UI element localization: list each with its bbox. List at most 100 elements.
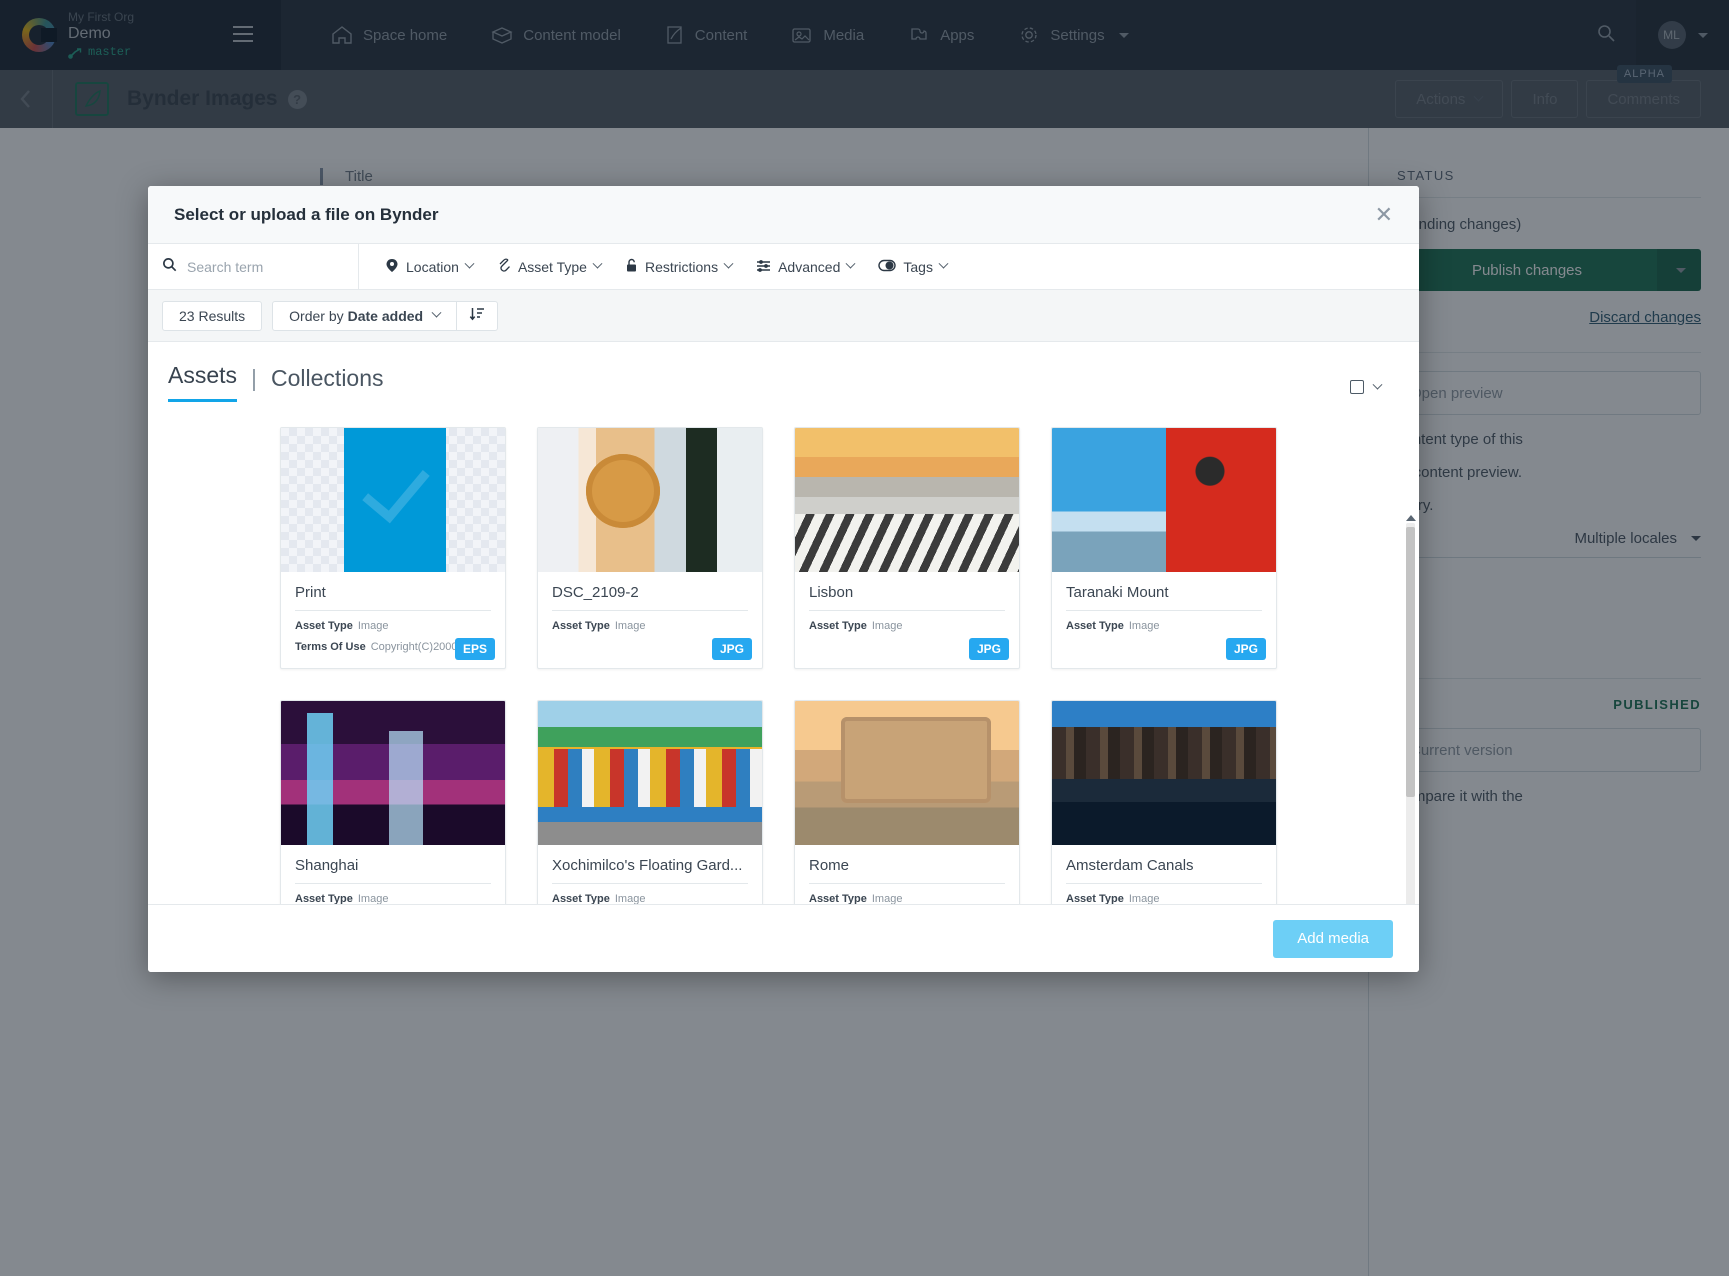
filter-asset-type[interactable]: Asset Type <box>485 258 613 276</box>
results-count: 23 Results <box>162 300 263 331</box>
asset-card[interactable]: Print Asset Type Image Terms Of Use Copyri… <box>280 427 506 669</box>
filter-location[interactable]: Location <box>373 258 485 276</box>
location-icon <box>385 258 399 276</box>
asset-card[interactable]: Taranaki Mount Asset Type Image JPG <box>1051 427 1277 669</box>
asset-type-label: Asset Type <box>1066 893 1124 904</box>
format-badge: EPS <box>454 638 495 660</box>
asset-type-value: Image <box>871 620 903 632</box>
order-by-prefix: Order by <box>289 307 344 324</box>
asset-card[interactable]: DSC_2109-2 Asset Type Image JPG <box>537 427 763 669</box>
asset-card[interactable]: Shanghai Asset TypeImage Terms Of Use© P… <box>280 700 506 904</box>
order-by-group: Order by Date added <box>272 300 499 331</box>
checkbox-icon[interactable] <box>1350 380 1364 394</box>
asset-card-body: Lisbon Asset Type Image JPG <box>795 572 1019 668</box>
asset-thumbnail <box>281 701 505 845</box>
filter-tags[interactable]: Tags <box>866 259 959 275</box>
asset-type-label: Asset Type <box>1066 620 1124 632</box>
asset-type-value: Image <box>614 893 646 904</box>
select-all-control[interactable] <box>1350 379 1383 394</box>
asset-title: Amsterdam Canals <box>1066 857 1262 884</box>
asset-card-body: Print Asset Type Image Terms Of Use Copyri… <box>281 572 505 668</box>
asset-card[interactable]: Amsterdam Canals Asset TypeImage JPG <box>1051 700 1277 904</box>
chevron-down-icon <box>431 307 442 318</box>
asset-thumbnail <box>795 428 1019 572</box>
asset-type-row: Asset Type Image <box>809 893 1005 904</box>
modal-title: Select or upload a file on Bynder <box>174 204 439 224</box>
chevron-down-icon[interactable] <box>1372 379 1383 390</box>
asset-type-row: Asset Type Image <box>295 620 491 632</box>
asset-type-value: Image <box>357 620 389 632</box>
filter-advanced[interactable]: Advanced <box>744 258 866 276</box>
sort-direction-button[interactable] <box>456 301 497 330</box>
asset-type-label: Asset Type <box>552 893 610 904</box>
search-icon <box>162 257 177 277</box>
filter-label: Asset Type <box>517 258 587 275</box>
chevron-down-icon <box>938 258 949 269</box>
asset-type-value: Image <box>614 620 646 632</box>
asset-title: Print <box>295 584 491 611</box>
filter-bar: Location Asset Type Restrictions Advance… <box>148 243 1419 290</box>
results-bar: 23 Results Order by Date added <box>148 290 1419 342</box>
chevron-down-icon <box>592 258 603 269</box>
asset-title: Shanghai <box>295 857 491 884</box>
tab-collections[interactable]: Collections <box>271 365 384 402</box>
sliders-icon <box>756 258 771 276</box>
lock-icon <box>625 258 638 276</box>
tab-assets[interactable]: Assets <box>168 362 238 402</box>
add-media-button[interactable]: Add media <box>1273 919 1393 958</box>
scrollbar-thumb[interactable] <box>1406 527 1415 797</box>
asset-type-row: Asset Type Image <box>809 620 1005 632</box>
format-badge: JPG <box>1225 638 1266 660</box>
asset-card[interactable]: Lisbon Asset Type Image JPG <box>794 427 1020 669</box>
asset-type-row: Asset Type Image <box>552 893 748 904</box>
sort-descending-icon <box>469 306 485 325</box>
asset-type-label: Asset Type <box>295 893 353 904</box>
filter-label: Tags <box>903 258 933 275</box>
asset-type-label: Asset Type <box>295 620 353 632</box>
app-root: Title STATUS (pending changes) Publish c… <box>0 0 1729 1276</box>
format-badge: JPG <box>711 638 752 660</box>
assets-grid: Print Asset Type Image Terms Of Use Copyri… <box>148 415 1419 904</box>
asset-type-row: Asset Type Image <box>295 893 491 904</box>
modal-body: Assets | Collections Print Asset Type Im… <box>148 342 1419 904</box>
terms-label: Terms Of Use <box>295 641 366 653</box>
chevron-down-icon <box>845 258 856 269</box>
asset-type-value: Image <box>1128 620 1160 632</box>
scroll-up-arrow-icon[interactable] <box>1406 515 1416 521</box>
asset-type-value: Image <box>871 893 903 904</box>
search-input[interactable] <box>187 258 337 275</box>
asset-card[interactable]: Xochimilco's Floating Gard... Asset Type… <box>537 700 763 904</box>
filter-restrictions[interactable]: Restrictions <box>613 258 744 276</box>
asset-thumbnail <box>795 701 1019 845</box>
order-by-value: Date added <box>347 307 424 324</box>
asset-card-body: Rome Asset TypeImage JPG <box>795 845 1019 904</box>
asset-type-row: Asset Type Image <box>552 620 748 632</box>
assets-grid-wrapper: Print Asset Type Image Terms Of Use Copyri… <box>148 415 1419 904</box>
asset-thumbnail <box>281 428 505 572</box>
tabs-row: Assets | Collections <box>148 342 1419 402</box>
asset-card[interactable]: Rome Asset TypeImage JPG <box>794 700 1020 904</box>
asset-title: Rome <box>809 857 1005 884</box>
asset-type-label: Asset Type <box>809 893 867 904</box>
filter-label: Advanced <box>778 258 841 275</box>
modal-header: Select or upload a file on Bynder ✕ <box>148 186 1419 244</box>
asset-thumbnail <box>1052 701 1276 845</box>
asset-card-body: Shanghai Asset TypeImage Terms Of Use© P… <box>281 845 505 904</box>
filter-label: Restrictions <box>644 258 719 275</box>
asset-card-body: Taranaki Mount Asset Type Image JPG <box>1052 572 1276 668</box>
asset-thumbnail <box>1052 428 1276 572</box>
bynder-picker-modal: Select or upload a file on Bynder ✕ Loca… <box>148 186 1419 972</box>
toggle-icon <box>878 259 897 275</box>
asset-type-label: Asset Type <box>809 620 867 632</box>
asset-card-body: Amsterdam Canals Asset TypeImage JPG <box>1052 845 1276 904</box>
filter-label: Location <box>406 258 459 275</box>
asset-type-row: Asset Type Image <box>1066 893 1262 904</box>
chevron-down-icon <box>464 258 475 269</box>
asset-type-value: Image <box>1128 893 1160 904</box>
order-by-select[interactable]: Order by Date added <box>273 302 456 330</box>
asset-title: Taranaki Mount <box>1066 584 1262 611</box>
search-cell <box>148 243 359 290</box>
format-badge: JPG <box>968 638 1009 660</box>
close-icon[interactable]: ✕ <box>1375 203 1393 226</box>
asset-title: Lisbon <box>809 584 1005 611</box>
